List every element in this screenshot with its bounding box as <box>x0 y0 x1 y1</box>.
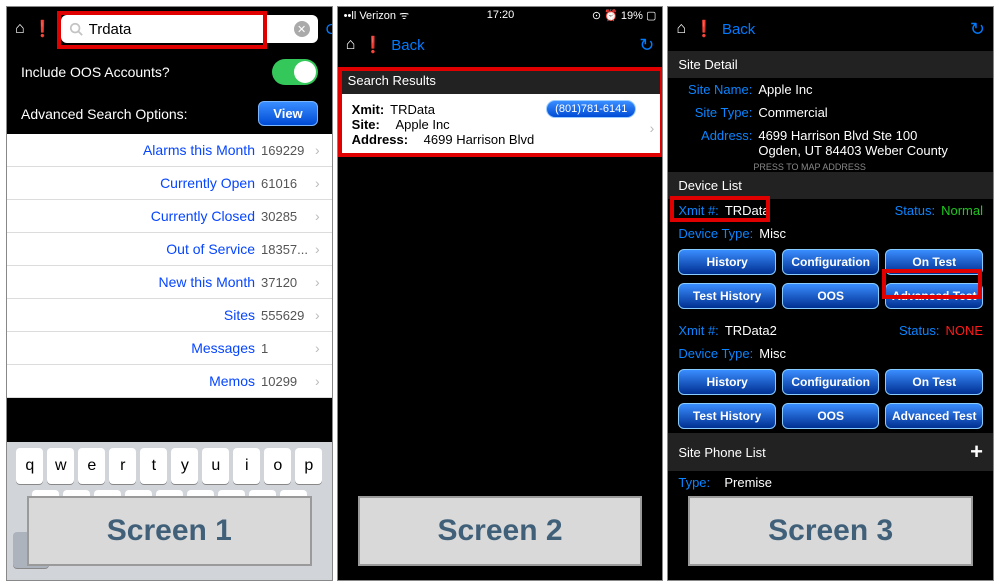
key-w[interactable]: w <box>47 448 74 484</box>
include-oos-label: Include OOS Accounts? <box>21 64 170 80</box>
phone-list-header: Site Phone List+ <box>668 433 993 471</box>
home-icon[interactable]: ⌂ <box>676 20 686 38</box>
carrier-label: ••ll Verizon ᯤ <box>344 8 409 23</box>
key-p[interactable]: p <box>295 448 322 484</box>
clear-icon[interactable]: ✕ <box>294 21 310 37</box>
key-r[interactable]: r <box>109 448 136 484</box>
oos-button[interactable]: OOS <box>782 283 880 309</box>
alert-icon[interactable]: ❗ <box>33 19 53 39</box>
cancel-button[interactable]: Cancel <box>326 21 333 38</box>
screen-label: Screen 1 <box>27 496 312 566</box>
section-header: Site Detail <box>668 51 993 78</box>
screen-2: ••ll Verizon ᯤ 17:20 ⊙ ⏰ 19% ▢ ⌂ ❗ Back … <box>337 6 664 581</box>
list-item[interactable]: Currently Open61016› <box>7 167 332 200</box>
key-u[interactable]: u <box>202 448 229 484</box>
map-hint[interactable]: PRESS TO MAP ADDRESS <box>668 162 993 172</box>
device-list-header: Device List <box>668 172 993 199</box>
alert-icon[interactable]: ❗ <box>694 19 714 39</box>
key-q[interactable]: q <box>16 448 43 484</box>
highlight-box <box>882 269 982 299</box>
view-button[interactable]: View <box>258 101 317 126</box>
refresh-icon[interactable]: ↻ <box>639 35 654 56</box>
key-e[interactable]: e <box>78 448 105 484</box>
highlight-box <box>670 196 770 222</box>
screen-3: ⌂ ❗ Back ↻ Site Detail Site Name:Apple I… <box>667 6 994 581</box>
key-o[interactable]: o <box>264 448 291 484</box>
back-button[interactable]: Back <box>722 21 755 38</box>
oos-button[interactable]: OOS <box>782 403 880 429</box>
advanced-search-label: Advanced Search Options: <box>21 106 188 122</box>
refresh-icon[interactable]: ↻ <box>970 19 985 40</box>
key-i[interactable]: i <box>233 448 260 484</box>
include-oos-toggle[interactable] <box>272 59 318 85</box>
home-icon[interactable]: ⌂ <box>15 20 25 38</box>
alert-icon[interactable]: ❗ <box>363 35 383 55</box>
key-t[interactable]: t <box>140 448 167 484</box>
list-item[interactable]: Memos10299› <box>7 365 332 398</box>
test-history-button[interactable]: Test History <box>678 403 776 429</box>
highlight-box <box>57 11 267 49</box>
highlight-box <box>338 67 664 157</box>
key-y[interactable]: y <box>171 448 198 484</box>
list-item[interactable]: New this Month37120› <box>7 266 332 299</box>
list-item[interactable]: Alarms this Month169229› <box>7 134 332 167</box>
screen-label: Screen 2 <box>358 496 643 566</box>
time-label: 17:20 <box>487 9 515 21</box>
battery-label: ⊙ ⏰ 19% ▢ <box>592 9 657 22</box>
list-item[interactable]: Currently Closed30285› <box>7 200 332 233</box>
status-value: Normal <box>941 203 983 218</box>
list-item[interactable]: Sites555629› <box>7 299 332 332</box>
on-test-button[interactable]: On Test <box>885 369 983 395</box>
list-item[interactable]: Out of Service18357...› <box>7 233 332 266</box>
chevron-right-icon: › <box>315 142 320 158</box>
screen-1: ⌂ ❗ ✕ Cancel Include OOS Accounts? Advan… <box>6 6 333 581</box>
add-icon[interactable]: + <box>970 439 983 465</box>
back-button[interactable]: Back <box>391 37 424 54</box>
advanced-test-button[interactable]: Advanced Test <box>885 403 983 429</box>
history-button[interactable]: History <box>678 249 776 275</box>
screen-label: Screen 3 <box>688 496 973 566</box>
home-icon[interactable]: ⌂ <box>346 36 356 54</box>
configuration-button[interactable]: Configuration <box>782 369 880 395</box>
list-item[interactable]: Messages1› <box>7 332 332 365</box>
configuration-button[interactable]: Configuration <box>782 249 880 275</box>
history-button[interactable]: History <box>678 369 776 395</box>
test-history-button[interactable]: Test History <box>678 283 776 309</box>
status-value: NONE <box>945 323 983 338</box>
